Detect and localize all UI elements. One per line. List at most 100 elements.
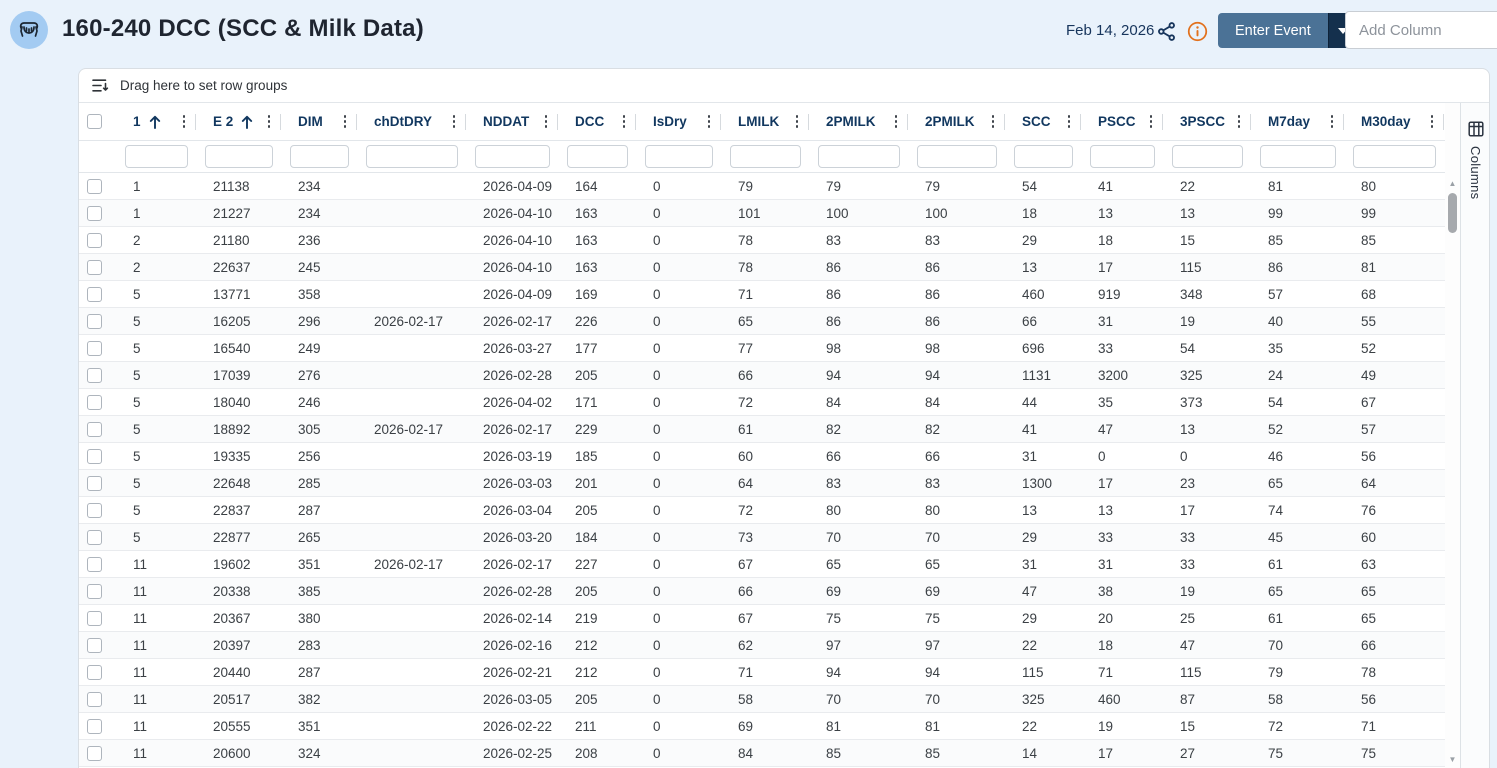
row-checkbox[interactable] (87, 340, 102, 356)
row-checkbox[interactable] (87, 394, 102, 410)
column-header-2pmilk[interactable]: 2PMILK (809, 103, 908, 140)
table-row[interactable]: 11 20555 351 2026-02-22 211 0 69 81 81 22 19 15 72 71 (79, 713, 1445, 740)
filter-input-3pscc[interactable] (1172, 145, 1243, 168)
share-button[interactable] (1154, 19, 1178, 43)
filter-input-2pmilk[interactable] (818, 145, 900, 168)
column-header-isdry[interactable]: IsDry (636, 103, 721, 140)
row-checkbox[interactable] (87, 232, 102, 248)
row-checkbox[interactable] (87, 448, 102, 464)
column-header-m7day[interactable]: M7day (1251, 103, 1344, 140)
filter-input-e-2[interactable] (205, 145, 273, 168)
column-menu-icon[interactable] (1426, 111, 1439, 132)
table-row[interactable]: 5 22648 285 2026-03-03 201 0 64 83 83 1300 17 23 65 6… (79, 470, 1445, 497)
table-row[interactable]: 11 20600 324 2026-02-25 208 0 84 85 85 14 17 27 75 75 (79, 740, 1445, 767)
info-button[interactable] (1185, 19, 1209, 43)
column-menu-icon[interactable] (1063, 111, 1076, 132)
filter-input-2pmilk[interactable] (917, 145, 997, 168)
column-menu-icon[interactable] (448, 111, 461, 132)
column-header-m30day[interactable]: M30day (1344, 103, 1444, 140)
column-menu-icon[interactable] (339, 111, 352, 132)
filter-input-nddat[interactable] (475, 145, 550, 168)
column-menu-icon[interactable] (890, 111, 903, 132)
column-header-2pmilk[interactable]: 2PMILK (908, 103, 1005, 140)
table-row[interactable]: 5 17039 276 2026-02-28 205 0 66 94 94 1131 3200 325… (79, 362, 1445, 389)
row-checkbox[interactable] (87, 691, 102, 707)
table-row[interactable]: 5 16205 296 2026-02-17 2026-02-17 226 0 65 86 86 6… (79, 308, 1445, 335)
column-header-3pscc[interactable]: 3PSCC (1163, 103, 1251, 140)
table-row[interactable]: 1 21138 234 2026-04-09 164 0 79 79 79 54 41 22 81 80 (79, 173, 1445, 200)
scroll-down-icon[interactable]: ▼ (1445, 755, 1460, 764)
column-menu-icon[interactable] (540, 111, 553, 132)
enter-event-button[interactable]: Enter Event (1218, 13, 1328, 48)
row-checkbox[interactable] (87, 286, 102, 302)
vertical-scrollbar[interactable]: ▲ ▼ (1445, 103, 1460, 768)
row-checkbox[interactable] (87, 637, 102, 653)
row-checkbox[interactable] (87, 475, 102, 491)
row-checkbox[interactable] (87, 745, 102, 761)
filter-input-dcc[interactable] (567, 145, 628, 168)
column-menu-icon[interactable] (703, 111, 716, 132)
table-row[interactable]: 11 19602 351 2026-02-17 2026-02-17 227 0 67 65 65… (79, 551, 1445, 578)
column-header-chdtdry[interactable]: chDtDRY (357, 103, 466, 140)
table-row[interactable]: 5 18040 246 2026-04-02 171 0 72 84 84 44 35 373 54 67 (79, 389, 1445, 416)
column-header-lmilk[interactable]: LMILK (721, 103, 809, 140)
row-checkbox[interactable] (87, 583, 102, 599)
column-menu-icon[interactable] (178, 111, 191, 132)
table-row[interactable]: 11 20397 283 2026-02-16 212 0 62 97 97 22 18 47 70 66 (79, 632, 1445, 659)
column-header-dcc[interactable]: DCC (558, 103, 636, 140)
column-header-e-2[interactable]: E 2 (196, 103, 281, 140)
scroll-up-icon[interactable]: ▲ (1445, 179, 1460, 188)
row-checkbox[interactable] (87, 502, 102, 518)
row-checkbox[interactable] (87, 664, 102, 680)
scrollbar-thumb[interactable] (1448, 193, 1457, 233)
filter-input-m7day[interactable] (1260, 145, 1336, 168)
table-row[interactable]: 5 19335 256 2026-03-19 185 0 60 66 66 31 0 0 46 56 (79, 443, 1445, 470)
column-header-dim[interactable]: DIM (281, 103, 357, 140)
table-row[interactable]: 11 20367 380 2026-02-14 219 0 67 75 75 29 20 25 61 65 (79, 605, 1445, 632)
table-row[interactable]: 5 13771 358 2026-04-09 169 0 71 86 86 460 919 348 57… (79, 281, 1445, 308)
column-header-scc[interactable]: SCC (1005, 103, 1081, 140)
filter-input-pscc[interactable] (1090, 145, 1155, 168)
column-menu-icon[interactable] (618, 111, 631, 132)
column-menu-icon[interactable] (1145, 111, 1158, 132)
row-checkbox[interactable] (87, 718, 102, 734)
column-header-nddat[interactable]: NDDAT (466, 103, 558, 140)
row-checkbox[interactable] (87, 529, 102, 545)
table-row[interactable]: 5 16540 249 2026-03-27 177 0 77 98 98 696 33 54 35 52 (79, 335, 1445, 362)
app-logo[interactable] (10, 11, 48, 49)
filter-input-m30day[interactable] (1353, 145, 1436, 168)
column-menu-icon[interactable] (791, 111, 804, 132)
row-checkbox[interactable] (87, 556, 102, 572)
filter-input-dim[interactable] (290, 145, 349, 168)
columns-side-panel-tab[interactable]: Columns (1460, 103, 1489, 768)
table-row[interactable]: 5 22877 265 2026-03-20 184 0 73 70 70 29 33 33 45 60 (79, 524, 1445, 551)
table-row[interactable]: 11 20517 382 2026-03-05 205 0 58 70 70 325 460 87 58… (79, 686, 1445, 713)
row-checkbox[interactable] (87, 205, 102, 221)
add-column-input[interactable] (1345, 11, 1497, 49)
filter-input-lmilk[interactable] (730, 145, 801, 168)
table-row[interactable]: 2 21180 236 2026-04-10 163 0 78 83 83 29 18 15 85 85 (79, 227, 1445, 254)
filter-input-scc[interactable] (1014, 145, 1073, 168)
column-menu-icon[interactable] (1326, 111, 1339, 132)
select-all-checkbox[interactable] (87, 114, 102, 129)
column-header-1[interactable]: 1 (116, 103, 196, 140)
row-checkbox[interactable] (87, 421, 102, 437)
column-header-pscc[interactable]: PSCC (1081, 103, 1163, 140)
filter-input-isdry[interactable] (645, 145, 713, 168)
table-row[interactable]: 11 20440 287 2026-02-21 212 0 71 94 94 115 71 115 79… (79, 659, 1445, 686)
table-row[interactable]: 5 22837 287 2026-03-04 205 0 72 80 80 13 13 17 74 76 (79, 497, 1445, 524)
filter-input-chdtdry[interactable] (366, 145, 458, 168)
row-checkbox[interactable] (87, 313, 102, 329)
row-checkbox[interactable] (87, 178, 102, 194)
table-row[interactable]: 1 21227 234 2026-04-10 163 0 101 100 100 18 13 13 99… (79, 200, 1445, 227)
column-menu-icon[interactable] (1233, 111, 1246, 132)
table-row[interactable]: 11 20338 385 2026-02-28 205 0 66 69 69 47 38 19 65 65 (79, 578, 1445, 605)
row-checkbox[interactable] (87, 367, 102, 383)
table-row[interactable]: 2 22637 245 2026-04-10 163 0 78 86 86 13 17 115 86 81 (79, 254, 1445, 281)
row-checkbox[interactable] (87, 259, 102, 275)
row-group-drop-zone[interactable]: Drag here to set row groups (79, 69, 1489, 103)
table-row[interactable]: 5 18892 305 2026-02-17 2026-02-17 229 0 61 82 82 4… (79, 416, 1445, 443)
column-menu-icon[interactable] (987, 111, 1000, 132)
row-checkbox[interactable] (87, 610, 102, 626)
filter-input-1[interactable] (125, 145, 188, 168)
